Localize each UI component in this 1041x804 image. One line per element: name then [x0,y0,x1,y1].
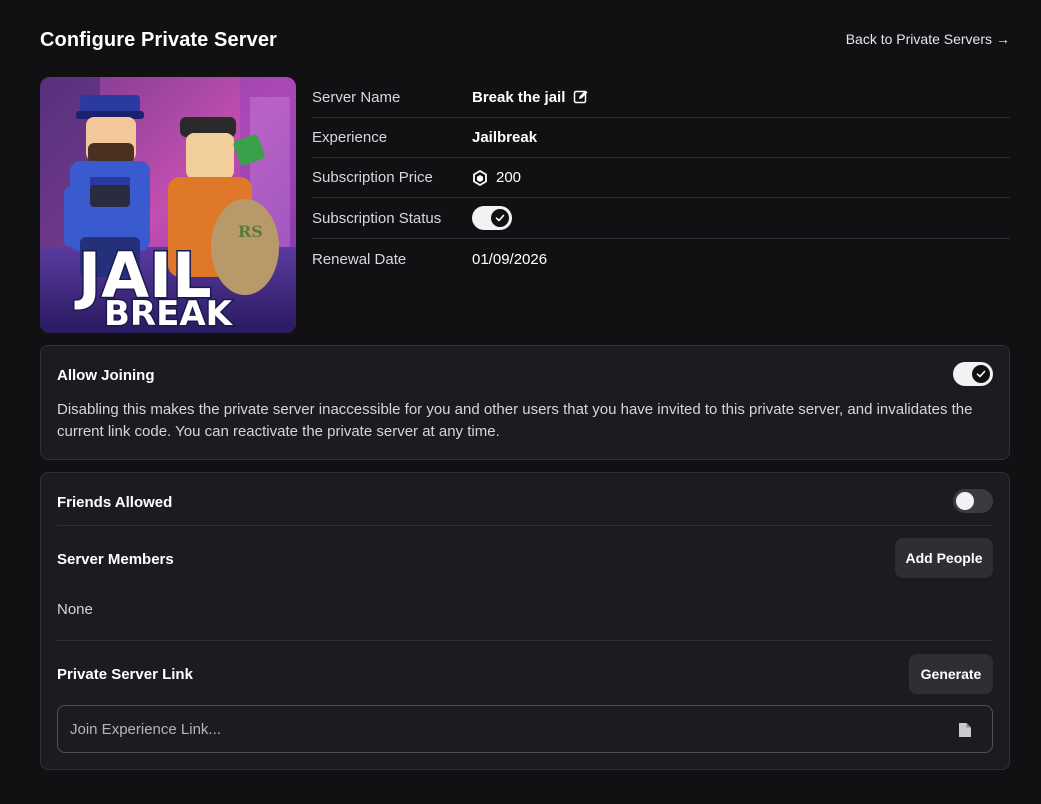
subscription-status-row: Subscription Status [312,198,1010,239]
server-access-card: Friends Allowed Server Members Add Peopl… [40,472,1010,770]
page-title: Configure Private Server [40,29,277,51]
experience-row: Experience Jailbreak [312,118,1010,158]
allow-joining-card: Allow Joining Disabling this makes the p… [40,345,1010,460]
server-members-empty: None [57,601,93,618]
experience-thumbnail: RS JAIL BREAK [40,77,296,333]
back-to-private-servers-link[interactable]: Back to Private Servers → [846,31,1010,47]
page: Configure Private Server Back to Private… [40,0,1010,770]
arrow-right-icon: → [996,31,1010,47]
check-icon [976,370,986,378]
page-header: Configure Private Server Back to Private… [40,0,1010,77]
experience-value[interactable]: Jailbreak [472,129,537,146]
add-people-button[interactable]: Add People [895,538,993,578]
server-overview: RS JAIL BREAK Server Name Break the jail… [40,77,1010,345]
server-name-label: Server Name [312,88,401,106]
toggle-knob [491,209,509,227]
back-link-label: Back to Private Servers [845,31,992,47]
toggle-knob [956,492,974,510]
subscription-price-value-wrap: 200 [472,169,521,186]
allow-joining-toggle[interactable] [953,362,993,386]
divider [57,640,993,641]
subscription-status-toggle[interactable] [472,206,512,230]
check-icon [495,214,505,222]
server-details: Server Name Break the jail Experience Ja… [312,77,1010,279]
friends-allowed-title: Friends Allowed [57,494,173,511]
server-name-value: Break the jail [472,88,566,106]
subscription-price-row: Subscription Price 200 [312,158,1010,198]
logo-break: BREAK [104,294,234,333]
bag-text: RS [238,222,263,241]
server-name-row: Server Name Break the jail [312,77,1010,118]
robux-icon [473,169,487,186]
generate-button[interactable]: Generate [909,654,993,694]
friends-allowed-toggle[interactable] [953,489,993,513]
edit-icon[interactable] [573,89,589,105]
jailbreak-thumbnail-image: RS JAIL BREAK [40,77,296,333]
copy-icon[interactable] [958,722,972,738]
subscription-status-label: Subscription Status [312,209,442,227]
server-name-value-wrap: Break the jail [472,89,589,106]
subscription-price-label: Subscription Price [312,169,433,186]
toggle-knob [972,365,990,383]
divider [57,525,993,526]
private-server-link-input[interactable] [58,706,992,752]
subscription-price-value: 200 [496,169,522,186]
allow-joining-title: Allow Joining [57,367,155,384]
renewal-date-row: Renewal Date 01/09/2026 [312,239,1010,279]
subscription-status-value [472,206,512,230]
renewal-date-value: 01/09/2026 [472,250,548,268]
link-input-box [57,705,993,753]
renewal-date-label: Renewal Date [312,250,407,268]
experience-label: Experience [312,129,388,146]
allow-joining-description: Disabling this makes the private server … [57,401,973,440]
private-server-link-title: Private Server Link [57,666,193,683]
server-members-title: Server Members [57,551,174,568]
